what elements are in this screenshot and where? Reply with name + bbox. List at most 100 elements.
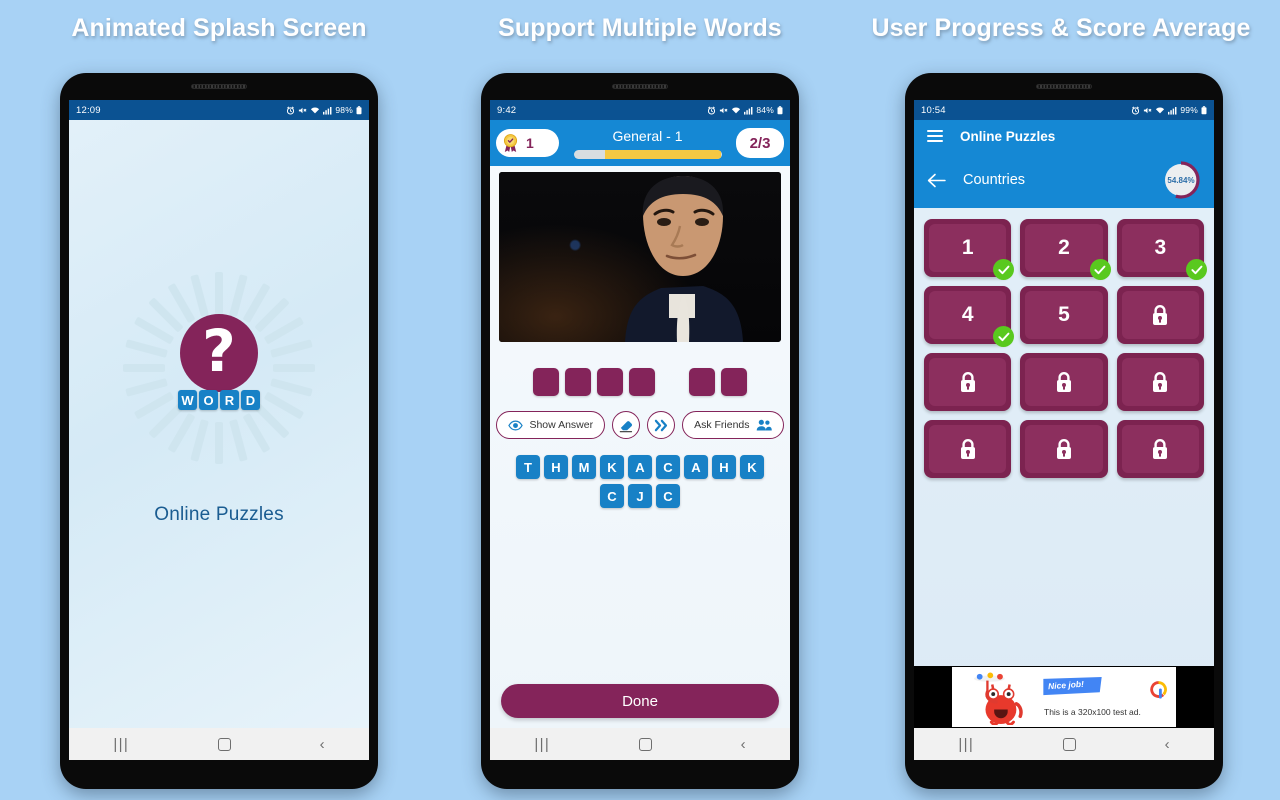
answer-tile[interactable] [721, 368, 747, 396]
panel-splash-screen: Animated Splash Screen 12:09 98% ? W O R… [0, 0, 438, 800]
letter-key[interactable]: A [628, 455, 652, 479]
level-label: 5 [1058, 303, 1070, 326]
panel-levels-screen: User Progress & Score Average 10:54 99% … [842, 0, 1280, 800]
eye-icon [508, 419, 524, 431]
letter-key[interactable]: K [740, 455, 764, 479]
done-button[interactable]: Done [501, 684, 779, 718]
letter-key[interactable]: H [544, 455, 568, 479]
quiz-progress-fill [604, 149, 722, 159]
nav-home-button[interactable] [1062, 737, 1076, 751]
nav-back-button[interactable]: ‹ [1165, 737, 1170, 752]
app-bar: Online Puzzles [914, 120, 1214, 152]
level-button-locked[interactable] [1116, 286, 1204, 344]
nav-home-button[interactable] [217, 737, 231, 751]
eraser-icon [619, 420, 633, 432]
speaker-grille-icon [1036, 84, 1092, 89]
completed-check-icon [1186, 259, 1207, 280]
system-nav-bar: ||| ‹ [914, 728, 1214, 760]
levels-content: Online Puzzles Countries 54.84% 1 2 3 4 … [914, 120, 1214, 728]
nav-home-button[interactable] [638, 737, 652, 751]
answer-tile[interactable] [597, 368, 623, 396]
letter-row-2: C J C [600, 484, 680, 508]
status-time: 9:42 [497, 104, 517, 116]
letter-key[interactable]: C [656, 455, 680, 479]
back-arrow-icon[interactable] [927, 173, 946, 188]
ad-monster-illustration [973, 672, 1023, 725]
level-button[interactable]: 3 [1116, 219, 1207, 280]
phone-screen-quiz: 9:42 84% 1 General - 1 2/3 Show Answer A… [490, 100, 790, 760]
letter-keyboard: T H M K A C A H K C J C [490, 455, 790, 508]
mute-icon [299, 107, 307, 113]
level-button[interactable]: 4 [924, 286, 1015, 347]
answer-tile[interactable] [629, 368, 655, 396]
answer-word-1 [533, 368, 655, 396]
question-mark-icon: ? [202, 317, 236, 385]
level-button-locked[interactable] [1020, 420, 1108, 478]
status-time: 10:54 [921, 104, 946, 116]
letter-key[interactable]: M [572, 455, 596, 479]
ad-content: Nice job! This is a 320x100 test ad. [952, 667, 1176, 727]
level-label: 1 [961, 236, 974, 259]
skip-button[interactable] [647, 411, 676, 439]
letter-key[interactable]: A [684, 455, 708, 479]
level-button[interactable]: 5 [1020, 286, 1108, 344]
letter-key[interactable]: T [516, 455, 540, 479]
status-icons: 84% [707, 105, 783, 115]
level-button[interactable]: 1 [924, 219, 1015, 280]
quiz-content: 1 General - 1 2/3 Show Answer Ask Friend… [490, 120, 790, 728]
level-label: 2 [1058, 236, 1070, 259]
level-button-locked[interactable] [1116, 353, 1204, 411]
show-answer-button[interactable]: Show Answer [496, 411, 606, 439]
mute-icon [1144, 107, 1152, 113]
eraser-button[interactable] [612, 411, 641, 439]
ad-banner[interactable]: Nice job! This is a 320x100 test ad. [914, 666, 1214, 728]
completed-check-icon [993, 259, 1015, 280]
nav-recents-button[interactable]: ||| [113, 737, 129, 752]
progress-ring-label: 54.84% [1167, 175, 1195, 185]
ask-friends-label: Ask Friends [694, 419, 750, 431]
answer-tile[interactable] [565, 368, 591, 396]
logo-tile: D [241, 390, 260, 410]
alarm-icon [1132, 106, 1140, 115]
nav-recents-button[interactable]: ||| [534, 737, 550, 752]
battery-percent: 84% [756, 105, 774, 115]
menu-icon[interactable] [927, 130, 943, 142]
battery-percent: 99% [1180, 105, 1198, 115]
nav-back-button[interactable]: ‹ [320, 737, 325, 752]
answer-tile[interactable] [689, 368, 715, 396]
status-time: 12:09 [76, 104, 101, 116]
letter-key[interactable]: C [600, 484, 624, 508]
letter-row-1: T H M K A C A H K [516, 455, 764, 479]
ask-friends-button[interactable]: Ask Friends [682, 411, 784, 439]
battery-icon [777, 105, 783, 114]
letter-key[interactable]: J [628, 484, 652, 508]
score-badge[interactable]: 1 [496, 129, 559, 157]
nav-recents-button[interactable]: ||| [958, 737, 974, 752]
logo-tile: W [178, 390, 197, 410]
letter-key[interactable]: C [656, 484, 680, 508]
ad-choices-icon[interactable] [1150, 681, 1167, 699]
lock-icon [960, 371, 975, 392]
nav-back-button[interactable]: ‹ [741, 737, 746, 752]
signal-icon [744, 106, 753, 115]
level-button-locked[interactable] [924, 353, 1012, 411]
splash-content: ? W O R D Online Puzzles [69, 120, 369, 728]
wifi-icon [1156, 107, 1165, 113]
level-button-locked[interactable] [1020, 353, 1108, 411]
letter-key[interactable]: H [712, 455, 736, 479]
speaker-grille-icon [612, 84, 668, 89]
level-grid: 1 2 3 4 5 [914, 208, 1214, 478]
letter-key[interactable]: K [600, 455, 624, 479]
answer-tile[interactable] [533, 368, 559, 396]
system-nav-bar: ||| ‹ [490, 728, 790, 760]
phone-screen-splash: 12:09 98% ? W O R D Online Puzzles ||| ‹ [69, 100, 369, 760]
level-button-locked[interactable] [1116, 420, 1204, 478]
score-value: 1 [526, 135, 534, 151]
level-button[interactable]: 2 [1020, 219, 1111, 280]
people-icon [756, 419, 772, 431]
progress-ring: 54.84% [1161, 160, 1201, 200]
done-button-container: Done [490, 684, 790, 728]
level-label: 3 [1154, 236, 1167, 259]
logo-tile: R [220, 390, 239, 410]
level-button-locked[interactable] [924, 420, 1012, 478]
